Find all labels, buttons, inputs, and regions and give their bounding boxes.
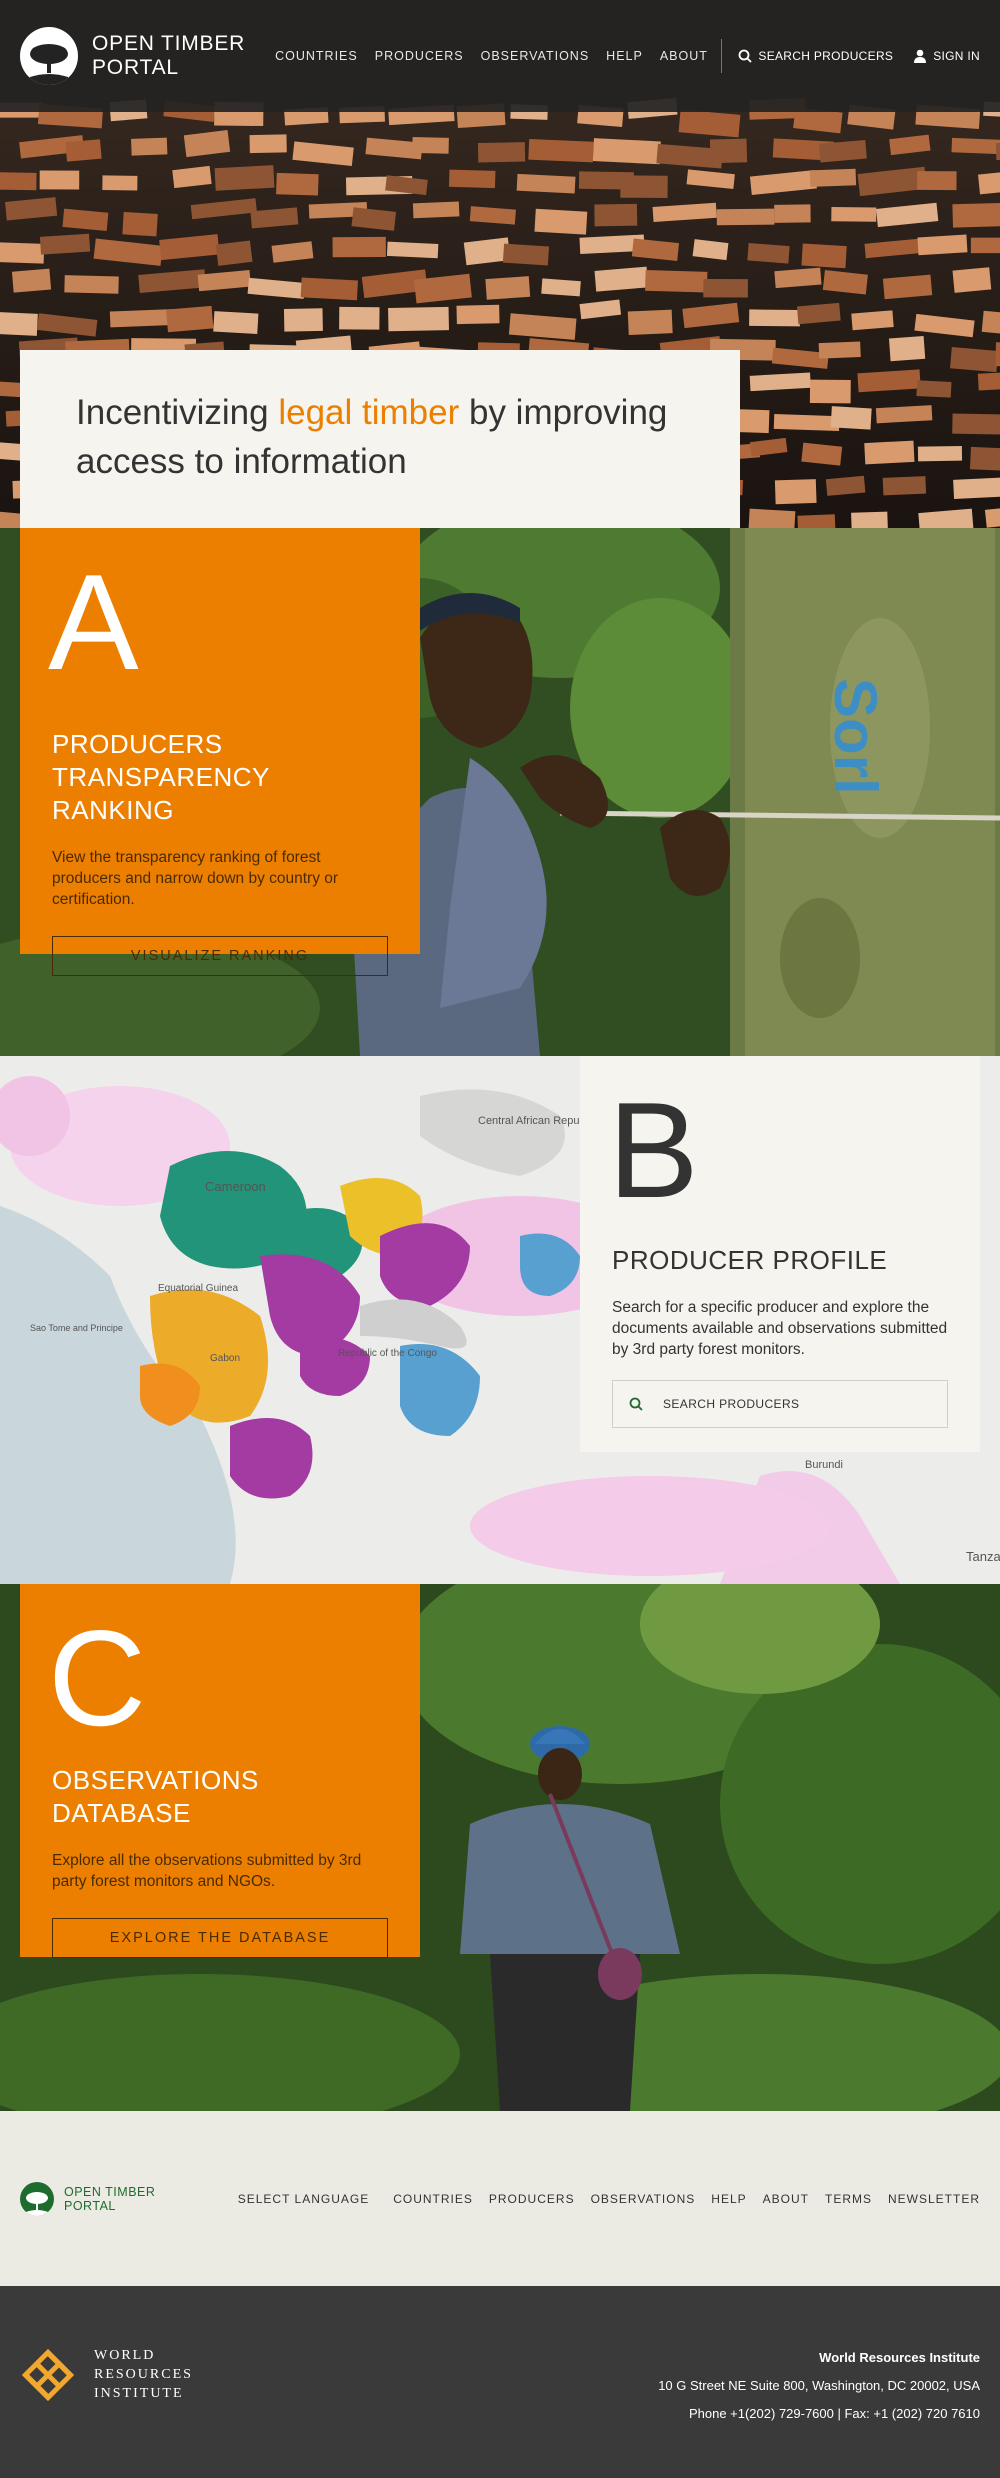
card-title: OBSERVATIONS DATABASE [52,1765,259,1828]
footer-link-countries[interactable]: COUNTRIES [393,2192,473,2206]
section-transparency-ranking: Sorl A PRODUCERS TRANSPARENCY RANKING Vi… [0,528,1000,1056]
nav-countries[interactable]: COUNTRIES [275,49,358,63]
section-observations-database: C OBSERVATIONS DATABASE Explore all the … [0,1584,1000,2111]
card-description: Explore all the observations submitted b… [52,1852,362,1890]
site-header: OPEN TIMBER PORTAL COUNTRIES PRODUCERS O… [0,0,1000,112]
producer-search-input[interactable]: SEARCH PRODUCERS [612,1380,948,1428]
footer-link-about[interactable]: ABOUT [763,2192,809,2206]
footer-link-newsletter[interactable]: NEWSLETTER [888,2192,980,2206]
tree-logo-icon [20,27,78,85]
header-actions: SEARCH PRODUCERS SIGN IN [721,39,980,73]
header-search-button[interactable]: SEARCH PRODUCERS [738,49,893,63]
nav-producers[interactable]: PRODUCERS [375,49,464,63]
map-label-gabon: Gabon [210,1353,240,1364]
hero-title-highlight: legal timber [278,393,460,432]
card-observations-database: C OBSERVATIONS DATABASE Explore all the … [20,1584,420,1958]
header-divider [721,39,723,73]
search-icon [629,1397,643,1411]
footer-link-terms[interactable]: TERMS [825,2192,872,2206]
card-description: View the transparency ranking of forest … [52,849,339,908]
card-title: PRODUCERS TRANSPARENCY RANKING [52,729,270,825]
visualize-ranking-button[interactable]: VISUALIZE RANKING [52,936,388,976]
card-letter-a: A [48,546,139,698]
nav-observations[interactable]: OBSERVATIONS [481,49,590,63]
search-icon [738,49,753,63]
map-label-burundi: Burundi [805,1459,843,1471]
wri-logo[interactable]: WORLD RESOURCES INSTITUTE [20,2346,193,2403]
map-label-sao-tome: Sao Tome and Principe [30,1323,123,1333]
wri-footer: WORLD RESOURCES INSTITUTE World Resource… [0,2286,1000,2478]
hero-headline-box: Incentivizing legal timber by improving … [20,350,740,528]
footer-logo-text: OPEN TIMBER PORTAL [64,2184,156,2213]
card-title: PRODUCER PROFILE [612,1245,888,1275]
footer-logo[interactable]: OPEN TIMBER PORTAL [20,2181,156,2216]
producer-search-placeholder: SEARCH PRODUCERS [663,1397,800,1411]
nav-about[interactable]: ABOUT [660,49,708,63]
footer-nav: SELECT LANGUAGE COUNTRIES PRODUCERS OBSE… [238,2192,980,2206]
card-producer-profile: B PRODUCER PROFILE Search for a specific… [580,1056,980,1452]
signin-button[interactable]: SIGN IN [913,49,980,63]
explore-database-button[interactable]: EXPLORE THE DATABASE [52,1918,388,1958]
main-nav: COUNTRIES PRODUCERS OBSERVATIONS HELP AB… [275,49,708,63]
tree-logo-icon [20,2181,54,2216]
logo-text: OPEN TIMBER PORTAL [92,32,246,79]
wri-contact: World Resources Institute 10 G Street NE… [658,2344,980,2428]
wri-name: WORLD RESOURCES INSTITUTE [94,2348,193,2401]
signin-label: SIGN IN [933,49,980,63]
footer-link-observations[interactable]: OBSERVATIONS [591,2192,696,2206]
card-transparency-ranking: A PRODUCERS TRANSPARENCY RANKING View th… [20,528,420,976]
card-letter-b: B [608,1074,699,1226]
wri-address: 10 G Street NE Suite 800, Washington, DC… [658,2378,980,2393]
wri-phone: Phone +1(202) 729-7600 | Fax: +1 (202) 7… [688,2406,980,2421]
wri-knot-icon [21,2348,75,2401]
svg-text:Sorl: Sorl [822,678,889,795]
wri-org: World Resources Institute [819,2350,980,2365]
hero-title: Incentivizing legal timber by improving … [76,393,668,481]
map-label-tanzania: Tanza [966,1549,1000,1564]
card-letter-c: C [48,1602,147,1754]
header-search-label: SEARCH PRODUCERS [758,49,894,63]
footer-link-producers[interactable]: PRODUCERS [489,2192,575,2206]
user-icon [914,49,927,63]
map-label-equatorial-guinea: Equatorial Guinea [158,1283,238,1294]
map-label-congo: Republic of the Congo [338,1348,437,1359]
footer-link-help[interactable]: HELP [711,2192,746,2206]
card-description: Search for a specific producer and explo… [612,1299,948,1358]
map-label-car: Central African Republic [478,1115,597,1127]
map-label-cameroon: Cameroon [205,1179,266,1194]
site-logo[interactable]: OPEN TIMBER PORTAL [20,27,245,85]
section-producer-profile: Cameroon Central African Republic Equato… [0,1056,1000,1584]
site-footer: OPEN TIMBER PORTAL SELECT LANGUAGE COUNT… [0,2111,1000,2286]
select-language[interactable]: SELECT LANGUAGE [238,2192,369,2206]
nav-help[interactable]: HELP [606,49,643,63]
